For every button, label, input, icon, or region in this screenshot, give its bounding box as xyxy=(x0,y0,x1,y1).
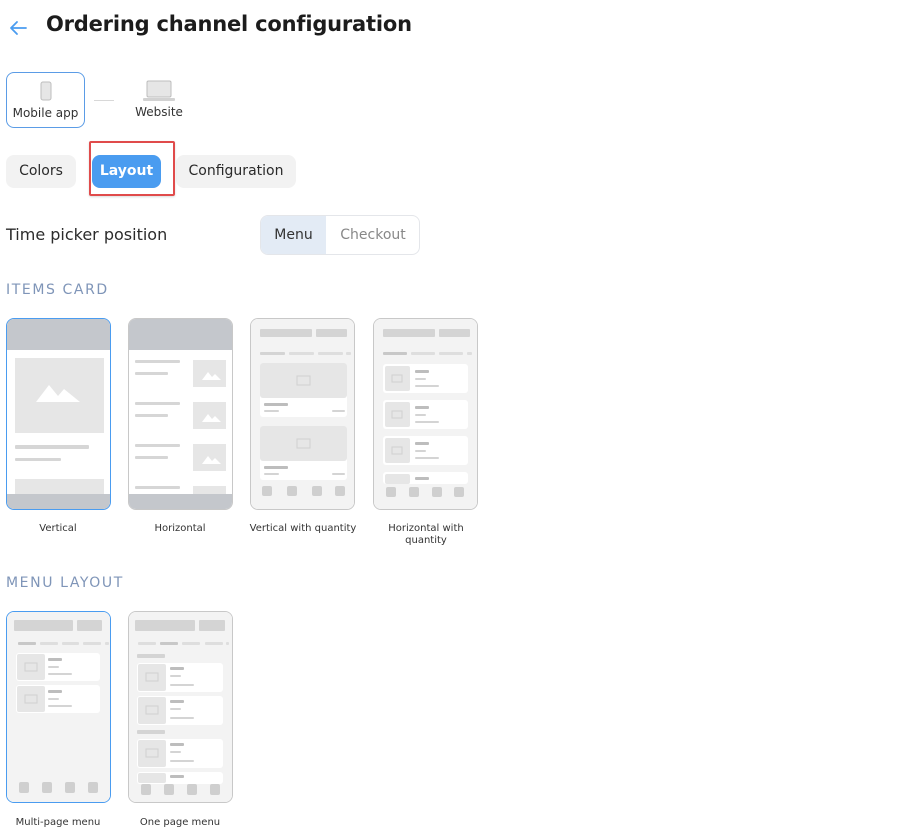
time-picker-toggle: Menu Checkout xyxy=(260,215,420,255)
items-card-horizontal-quantity-option[interactable] xyxy=(373,318,478,510)
one-page-menu-label: One page menu xyxy=(139,817,221,828)
vertical-card-preview xyxy=(7,319,110,509)
time-picker-checkout-option[interactable]: Checkout xyxy=(326,216,419,254)
menu-layout-multi-page-option[interactable] xyxy=(6,611,111,803)
back-arrow-icon[interactable] xyxy=(6,16,30,40)
channel-website[interactable]: Website xyxy=(122,72,196,128)
items-card-vertical-option[interactable] xyxy=(6,318,111,510)
multi-page-menu-preview xyxy=(7,612,110,802)
tab-configuration[interactable]: Configuration xyxy=(176,155,296,188)
tab-layout[interactable]: Layout xyxy=(92,155,161,188)
menu-layout-one-page-option[interactable] xyxy=(128,611,233,803)
items-card-section-title: ITEMS CARD xyxy=(6,282,109,298)
time-picker-label: Time picker position xyxy=(6,225,168,244)
time-picker-menu-option[interactable]: Menu xyxy=(261,216,326,254)
horizontal-card-preview xyxy=(129,319,232,509)
horizontal-quantity-option-label: Horizontal with quantity xyxy=(388,523,464,546)
page-title: Ordering channel configuration xyxy=(46,12,412,36)
channel-website-label: Website xyxy=(135,105,183,119)
horizontal-option-label: Horizontal xyxy=(154,523,206,534)
vertical-quantity-card-preview xyxy=(251,319,354,509)
vertical-option-label: Vertical xyxy=(39,523,77,534)
items-card-vertical-quantity-option[interactable] xyxy=(250,318,355,510)
items-card-horizontal-option[interactable] xyxy=(128,318,233,510)
laptop-icon xyxy=(142,80,176,106)
channel-mobile-label: Mobile app xyxy=(12,106,79,120)
channel-mobile-app[interactable]: Mobile app xyxy=(6,72,85,128)
multi-page-menu-label: Multi-page menu xyxy=(15,817,101,828)
horizontal-quantity-card-preview xyxy=(374,319,477,509)
one-page-menu-preview xyxy=(129,612,232,802)
mobile-phone-icon xyxy=(40,81,52,105)
menu-layout-section-title: MENU LAYOUT xyxy=(6,575,124,591)
tab-colors[interactable]: Colors xyxy=(6,155,76,188)
page-header: Ordering channel configuration xyxy=(0,0,914,58)
vertical-quantity-option-label: Vertical with quantity xyxy=(249,523,357,534)
channel-selector: Mobile app Website xyxy=(6,72,206,128)
channel-separator xyxy=(94,100,114,101)
